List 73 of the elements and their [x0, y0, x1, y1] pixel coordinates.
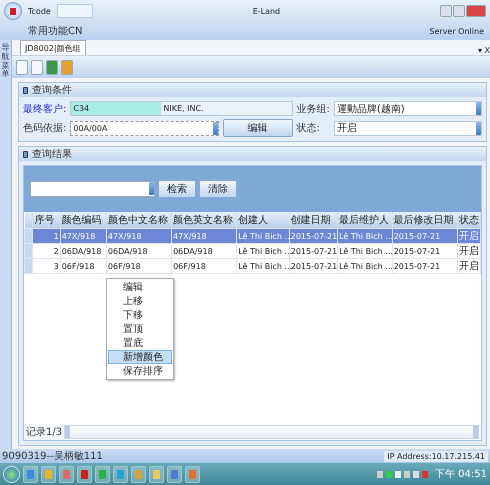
- column-header[interactable]: 状态: [457, 212, 480, 228]
- table-cell: Lê Thi Bich ...: [236, 258, 290, 274]
- field-label: 状态:: [296, 122, 321, 135]
- taskbar-app-icon[interactable]: [113, 466, 128, 482]
- customer-field[interactable]: C34 NIKE, INC.: [70, 101, 292, 116]
- tcode-label: Tcode: [28, 6, 51, 16]
- document-tab[interactable]: JD8002|颜色组: [20, 40, 86, 55]
- table-cell: 06F/918: [60, 258, 106, 274]
- menu-item[interactable]: 下移: [108, 308, 172, 322]
- field-label: 色码依据:: [23, 122, 66, 135]
- record-count: 记录1/3: [26, 426, 62, 439]
- clock: 下午 04:51: [435, 468, 487, 481]
- ip-address: IP Address:10.17.215.41: [384, 450, 488, 462]
- horizontal-scrollbar[interactable]: [64, 425, 479, 439]
- table-cell: 06F/918: [172, 258, 237, 274]
- taskbar-app-icon[interactable]: [41, 466, 56, 482]
- panel-icon: [23, 86, 28, 94]
- sidebar-tab[interactable]: 导航菜单: [0, 40, 12, 449]
- edit-button[interactable]: 编辑: [222, 119, 292, 137]
- column-header[interactable]: 最后维护人: [338, 212, 392, 228]
- taskbar-app-icon[interactable]: [185, 466, 200, 482]
- taskbar-app-icon[interactable]: [77, 466, 92, 482]
- menu-item[interactable]: 置顶: [108, 322, 172, 336]
- menu-item[interactable]: 常用功能CN: [28, 24, 82, 38]
- table-cell: 3: [32, 258, 60, 274]
- start-button[interactable]: [3, 466, 20, 482]
- column-header[interactable]: 颜色英文名称: [172, 212, 237, 228]
- table-cell: 2015-07-21: [289, 258, 338, 274]
- table-cell: 开启: [457, 258, 480, 274]
- taskbar-app-icon[interactable]: [167, 466, 182, 482]
- taskbar-app-icon[interactable]: [95, 466, 110, 482]
- column-header[interactable]: 序号: [32, 212, 60, 228]
- logo-icon: [9, 6, 17, 16]
- table-row[interactable]: 3 06F/918 06F/918 06F/918 Lê Thi Bich ...2015-07-21 Lê Thi Bich ...2015-07-21 开启: [24, 258, 480, 274]
- business-group-select[interactable]: 運動品牌(越南): [334, 101, 482, 116]
- table-row[interactable]: 2 06DA/918 06DA/918 06DA/918 Lê Thi Bich ...2015-07-21 Lê Thi Bich ...2015-07-21 开启: [24, 244, 480, 258]
- panel-title: 查询条件: [32, 84, 72, 97]
- menu-item[interactable]: 新增颜色: [108, 350, 172, 364]
- field-label: 最终客户:: [23, 102, 66, 116]
- window-title: E-Land: [252, 6, 280, 16]
- minimize-button[interactable]: [440, 5, 452, 17]
- search-select[interactable]: [30, 181, 155, 197]
- taskbar-app-icon[interactable]: [131, 466, 146, 482]
- menu-item[interactable]: 上移: [108, 294, 172, 308]
- maximize-button[interactable]: [453, 5, 465, 17]
- clear-button[interactable]: 清除: [199, 180, 237, 198]
- app-menu-button[interactable]: [4, 2, 22, 20]
- column-header[interactable]: 创建人: [236, 212, 290, 228]
- column-header[interactable]: 颜色编码: [60, 212, 106, 228]
- search-button[interactable]: 检索: [158, 180, 196, 198]
- tab-controls[interactable]: ▾ X: [478, 46, 490, 55]
- taskbar-app-icon[interactable]: [59, 466, 74, 482]
- menu-item[interactable]: 保存排序: [108, 364, 172, 378]
- menu-item[interactable]: 置底: [108, 336, 172, 350]
- field-label: 业务组:: [296, 102, 330, 116]
- panel-icon: [23, 150, 28, 158]
- user-status: 9090319--吴柄敏111: [2, 450, 103, 463]
- table-cell: 2015-07-21: [392, 258, 458, 274]
- panel-title: 查询结果: [32, 148, 72, 161]
- column-header[interactable]: 颜色中文名称: [106, 212, 172, 228]
- taskbar-app-icon[interactable]: [149, 466, 164, 482]
- column-header[interactable]: 创建日期: [289, 212, 338, 228]
- color-basis-select[interactable]: 00A/00A: [70, 120, 218, 136]
- close-button[interactable]: [466, 5, 486, 17]
- menu-item[interactable]: 编辑: [108, 280, 172, 294]
- status-select[interactable]: 开启: [334, 120, 482, 136]
- server-status: Server Online: [429, 26, 484, 36]
- taskbar-app-icon[interactable]: [23, 466, 38, 482]
- tcode-field[interactable]: [56, 4, 93, 18]
- column-header[interactable]: 最后修改日期: [392, 212, 458, 228]
- sidebar-label: 导航菜单: [2, 44, 10, 80]
- table-cell: Lê Thi Bich ...: [338, 258, 392, 274]
- table-cell: 06F/918: [106, 258, 172, 274]
